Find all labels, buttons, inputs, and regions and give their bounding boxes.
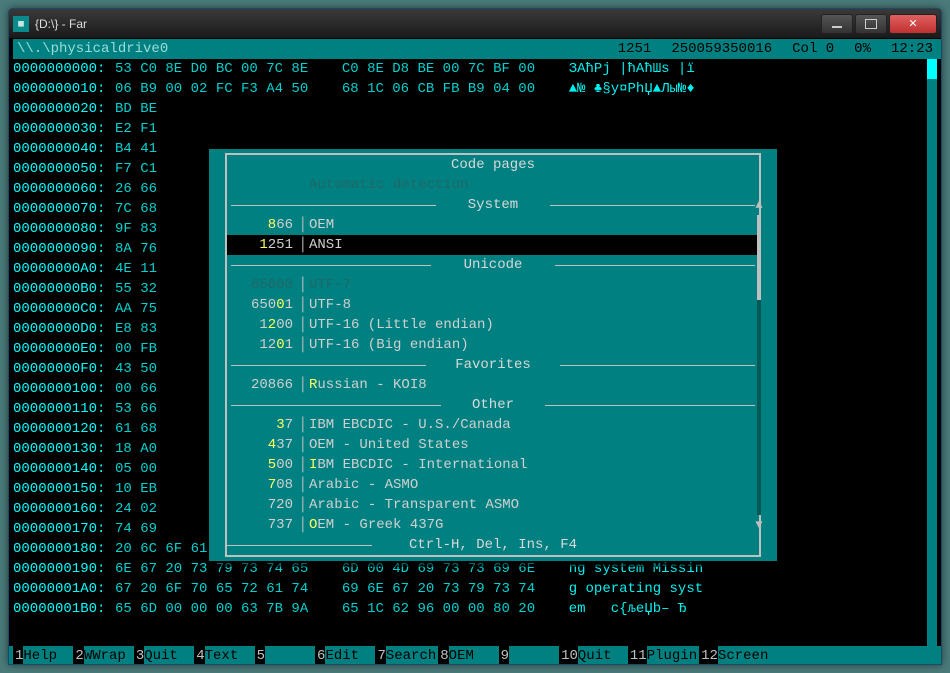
viewer-status-bar: \\.\physicaldrive0 1251 250059350016 Col… <box>13 39 941 59</box>
fnkey-number: 1 <box>13 646 23 665</box>
file-path: \\.\physicaldrive0 <box>17 39 188 59</box>
scroll-up-icon[interactable]: ▲ <box>755 195 763 215</box>
fnkey-text[interactable]: Text <box>205 646 255 665</box>
codepage-item-koi8[interactable]: 20866│Russian - KOI8 <box>227 375 759 395</box>
status-column: Col 0 <box>792 39 854 59</box>
hex-row: 0000000010: 06 B9 00 02 FC F3 A4 50 68 1… <box>13 79 941 99</box>
scroll-down-icon[interactable]: ▼ <box>755 515 763 535</box>
codepage-item-bm-ebcdic-international[interactable]: 500│IBM EBCDIC - International <box>227 455 759 475</box>
codepage-item-oem[interactable]: 866│OEM <box>227 215 759 235</box>
fnkey-number: 2 <box>73 646 83 665</box>
fnkey-quit[interactable]: Quit <box>144 646 194 665</box>
hex-row: 0000000000: 53 C0 8E D0 BC 00 7C 8E C0 8… <box>13 59 941 79</box>
close-button[interactable] <box>889 14 937 34</box>
fnkey-number: 10 <box>559 646 578 665</box>
dialog-hint: Ctrl-H, Del, Ins, F4 <box>227 535 759 555</box>
fnkey-screen[interactable]: Screen <box>718 646 770 665</box>
auto-detect-label: Automatic detection <box>309 175 469 195</box>
dialog-scrollbar[interactable]: ▲ ▼ <box>755 195 763 535</box>
fnkey-wwrap[interactable]: WWrap <box>84 646 134 665</box>
dialog-title: Code pages <box>225 153 761 175</box>
titlebar[interactable]: ▦ {D:\} - Far <box>9 9 941 39</box>
fnkey-number: 4 <box>194 646 204 665</box>
app-window: ▦ {D:\} - Far \\.\physicaldrive0 1251 25… <box>8 8 942 665</box>
section-favorites: Favorites <box>227 355 759 375</box>
codepage-item-arabic-transparent-asmo[interactable]: 720│Arabic - Transparent ASMO <box>227 495 759 515</box>
codepage-item-em-greek-437g[interactable]: 737│OEM - Greek 437G <box>227 515 759 535</box>
hex-row: 00000001B0: 65 6D 00 00 00 63 7B 9A 65 1… <box>13 599 941 619</box>
hex-row: 0000000030: E2 F1 <box>13 119 941 139</box>
fnkey-oem[interactable]: OEM <box>449 646 499 665</box>
codepage-item-utf-16-big-endian-[interactable]: 1201│UTF-16 (Big endian) <box>227 335 759 355</box>
status-codepage: 1251 <box>618 39 672 59</box>
codepage-item-utf-8[interactable]: 65001│UTF-8 <box>227 295 759 315</box>
fnkey-number: 9 <box>499 646 509 665</box>
auto-detect-item[interactable]: Automatic detection <box>227 175 759 195</box>
codepage-dialog: Code pages Automatic detection System 86… <box>209 149 777 561</box>
fnkey-quit[interactable]: Quit <box>578 646 628 665</box>
status-size: 250059350016 <box>671 39 792 59</box>
fnkey-number: 8 <box>438 646 448 665</box>
fnkey-number: 7 <box>375 646 385 665</box>
status-percent: 0% <box>854 39 891 59</box>
section-unicode: Unicode <box>227 255 759 275</box>
fnkey-number: 11 <box>628 646 647 665</box>
fnkey-f9[interactable] <box>509 646 559 665</box>
maximize-button[interactable] <box>855 14 887 34</box>
window-title: {D:\} - Far <box>35 17 819 31</box>
codepage-item-utf-16-little-endian-[interactable]: 1200│UTF-16 (Little endian) <box>227 315 759 335</box>
hex-row: 0000000020: BD BE <box>13 99 941 119</box>
fnkey-help[interactable]: Help <box>23 646 73 665</box>
status-time: 12:23 <box>891 39 937 59</box>
codepage-item-ibm-ebcdic-u-s-canada[interactable]: 37│IBM EBCDIC - U.S./Canada <box>227 415 759 435</box>
fnkey-number: 6 <box>315 646 325 665</box>
hex-row: 00000001A0: 67 20 6F 70 65 72 61 74 69 6… <box>13 579 941 599</box>
section-other: Other <box>227 395 759 415</box>
dialog-scrollbar-thumb[interactable] <box>757 215 761 300</box>
app-icon: ▦ <box>13 16 29 32</box>
fnkey-edit[interactable]: Edit <box>325 646 375 665</box>
codepage-item-ansi[interactable]: 1251│ANSI <box>227 235 759 255</box>
fnkey-search[interactable]: Search <box>386 646 438 665</box>
fnkey-f5[interactable] <box>265 646 315 665</box>
hex-row: 0000000190: 6E 67 20 73 79 73 74 65 6D 0… <box>13 559 941 579</box>
section-system: System <box>227 195 759 215</box>
viewer-scrollbar-thumb[interactable] <box>927 59 937 79</box>
fnkey-plugin[interactable]: Plugin <box>647 646 699 665</box>
fnkey-number: 12 <box>699 646 718 665</box>
codepage-item-arabic-asmo[interactable]: 708│Arabic - ASMO <box>227 475 759 495</box>
codepage-item-utf7[interactable]: 65000│ UTF-7 <box>227 275 759 295</box>
terminal-area: \\.\physicaldrive0 1251 250059350016 Col… <box>9 39 941 665</box>
minimize-button[interactable] <box>821 14 853 34</box>
function-key-bar[interactable]: 1Help2WWrap3Quit4Text56Edit7Search8OEM91… <box>9 646 941 665</box>
codepage-item-oem-united-states[interactable]: 437│OEM - United States <box>227 435 759 455</box>
fnkey-number: 3 <box>134 646 144 665</box>
viewer-scrollbar[interactable] <box>927 59 937 646</box>
fnkey-number: 5 <box>255 646 265 665</box>
